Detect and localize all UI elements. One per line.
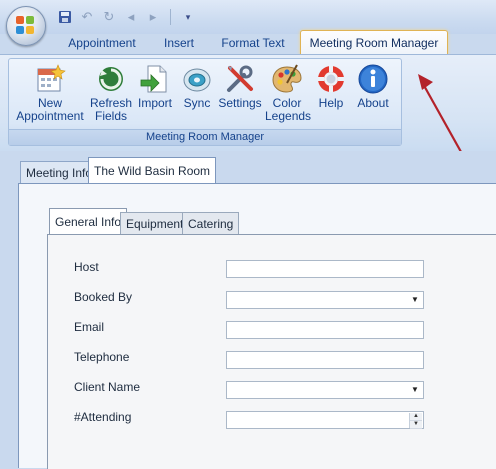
refresh-icon — [95, 63, 127, 95]
back-icon[interactable]: ◂ — [122, 8, 140, 26]
host-field[interactable] — [226, 260, 424, 278]
email-field[interactable] — [226, 321, 424, 339]
attending-stepper[interactable]: ▲ ▼ — [226, 411, 424, 429]
tab-format-text[interactable]: Format Text — [216, 33, 290, 53]
tab-general-info[interactable]: General Info — [49, 208, 128, 236]
qat-divider — [170, 9, 171, 25]
new-appointment-button[interactable]: New Appointment — [15, 63, 85, 123]
help-label: Help — [318, 96, 344, 110]
stepper-down-icon[interactable]: ▼ — [410, 421, 422, 429]
new-appointment-label-line2: Appointment — [16, 109, 84, 123]
sync-button[interactable]: Sync — [179, 63, 215, 110]
general-info-page: Host Booked By ▼ Email Telephone Client … — [47, 234, 496, 469]
import-button[interactable]: Import — [135, 63, 175, 110]
quick-access-toolbar: ↶ ↻ ◂ ▸ ▾ — [56, 6, 197, 28]
import-label: Import — [137, 96, 172, 110]
customize-qat-icon[interactable]: ▾ — [179, 8, 197, 26]
redo-icon[interactable]: ↻ — [100, 8, 118, 26]
color-legends-label-line2: Legends — [265, 109, 312, 123]
room-tab-page: General Info Equipment Catering Host Boo… — [18, 183, 496, 469]
host-label: Host — [74, 260, 99, 274]
telephone-field[interactable] — [226, 351, 424, 369]
tab-meeting-room-manager[interactable]: Meeting Room Manager — [300, 30, 448, 55]
help-icon — [315, 63, 347, 95]
office-button[interactable] — [6, 6, 46, 46]
stepper-buttons: ▲ ▼ — [409, 413, 422, 429]
forward-icon[interactable]: ▸ — [144, 8, 162, 26]
ribbon-tabs: Appointment Insert Format Text Meeting R… — [0, 30, 496, 55]
settings-icon — [224, 63, 256, 95]
meeting-room-manager-group: New Appointment Refresh Fields Import Sy… — [8, 58, 402, 146]
tab-equipment[interactable]: Equipment — [120, 212, 190, 235]
sync-label: Sync — [183, 96, 211, 110]
group-label: Meeting Room Manager — [9, 129, 401, 145]
about-button[interactable]: About — [353, 63, 393, 110]
palette-icon — [271, 63, 303, 95]
client-name-combo[interactable]: ▼ — [226, 381, 424, 399]
email-label: Email — [74, 320, 105, 334]
tab-appointment[interactable]: Appointment — [62, 33, 142, 53]
telephone-label: Telephone — [74, 350, 130, 364]
chevron-down-icon[interactable]: ▼ — [409, 294, 421, 306]
tab-meeting-info[interactable]: Meeting Info — [20, 161, 99, 184]
tab-insert[interactable]: Insert — [156, 33, 202, 53]
sync-icon — [181, 63, 213, 95]
window-title — [250, 4, 490, 24]
save-icon[interactable] — [56, 8, 74, 26]
help-button[interactable]: Help — [313, 63, 349, 110]
undo-icon[interactable]: ↶ — [78, 8, 96, 26]
office-logo-icon — [16, 16, 36, 36]
color-legends-button[interactable]: Color Legends — [265, 63, 312, 123]
chevron-down-icon[interactable]: ▼ — [409, 384, 421, 396]
import-icon — [139, 63, 171, 95]
client-name-label: Client Name — [74, 380, 141, 394]
refresh-fields-button[interactable]: Refresh Fields — [89, 63, 133, 123]
booked-by-combo[interactable]: ▼ — [226, 291, 424, 309]
stepper-up-icon[interactable]: ▲ — [410, 413, 422, 421]
about-label: About — [357, 96, 389, 110]
settings-label: Settings — [218, 96, 262, 110]
tab-catering[interactable]: Catering — [182, 212, 240, 235]
tab-the-wild-basin-room[interactable]: The Wild Basin Room — [88, 157, 217, 185]
attending-label: #Attending — [74, 410, 132, 424]
booked-by-label: Booked By — [74, 290, 133, 304]
main-pane: Meeting Info The Wild Basin Room General… — [0, 151, 496, 469]
refresh-fields-label-line2: Fields — [94, 109, 127, 123]
settings-button[interactable]: Settings — [217, 63, 263, 110]
info-icon — [357, 63, 389, 95]
new-appointment-icon — [34, 63, 66, 95]
